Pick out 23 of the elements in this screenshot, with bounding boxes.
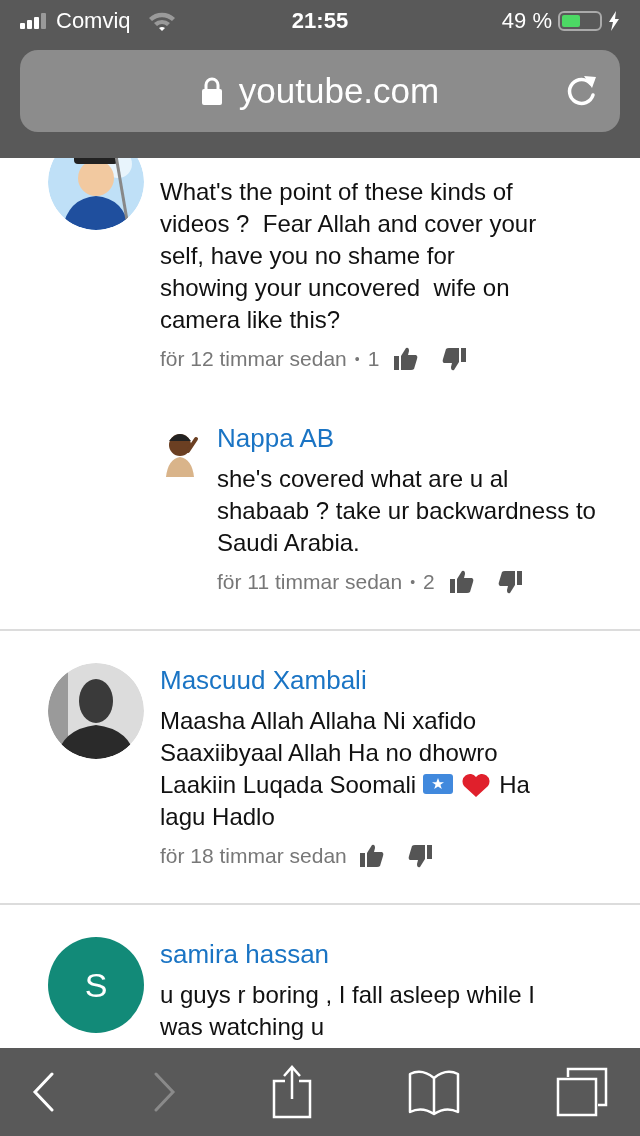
bullet: •: [410, 574, 416, 590]
comment-text: Ha: [499, 770, 530, 800]
author-name[interactable]: Nappa AB: [217, 421, 603, 455]
comment-text: Maasha Allah Allaha Ni xafido Saaxiibyaal Allah Ha no dhowro: [160, 706, 499, 768]
timestamp: för 11 timmar sedan: [217, 570, 403, 594]
comment-text: Laakiin Luqada Soomali: [160, 770, 417, 800]
address-bar[interactable]: youtube.com: [20, 50, 620, 132]
carrier-name: Comviq: [56, 8, 131, 34]
timestamp: för 18 timmar sedan: [160, 844, 347, 868]
author-name[interactable]: Mascuud Xambali: [160, 663, 546, 697]
comment-text: What's the point of these kinds of videos ? Fear Allah and cover your self, have you no shame for showing your uncovered wife on camera like this?: [160, 177, 538, 335]
timestamp: för 12 timmar sedan: [160, 347, 347, 371]
comment-text: u guys r boring , I fall asleep while I was watching u: [160, 980, 536, 1042]
author-name[interactable]: samira hassan: [160, 937, 546, 971]
like-count: 1: [367, 347, 380, 371]
avatar: S: [48, 937, 144, 1033]
clock: 21:55: [291, 8, 349, 34]
like-count: 2: [423, 570, 435, 594]
comment-text: lagu Hadlo: [160, 802, 275, 832]
comment-text: she's covered what are u al shabaab ? take ur backwardness to Saudi Arabia.: [217, 464, 596, 558]
url-text: youtube.com: [238, 71, 440, 111]
bullet: •: [354, 351, 360, 367]
battery-percent: 49 %: [501, 8, 552, 34]
